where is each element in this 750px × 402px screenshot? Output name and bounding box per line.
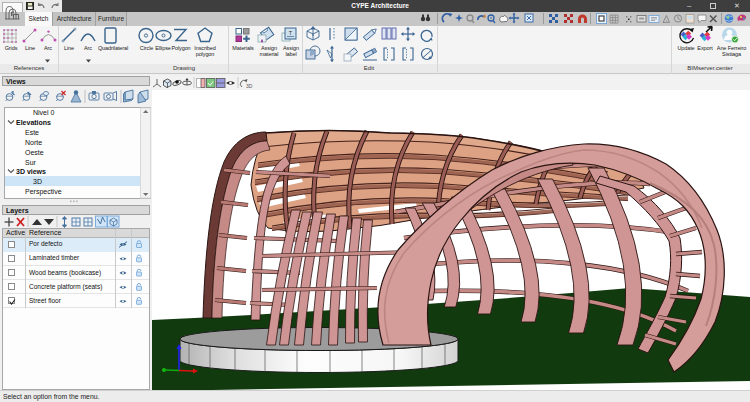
svg-text:3D: 3D <box>246 83 253 89</box>
